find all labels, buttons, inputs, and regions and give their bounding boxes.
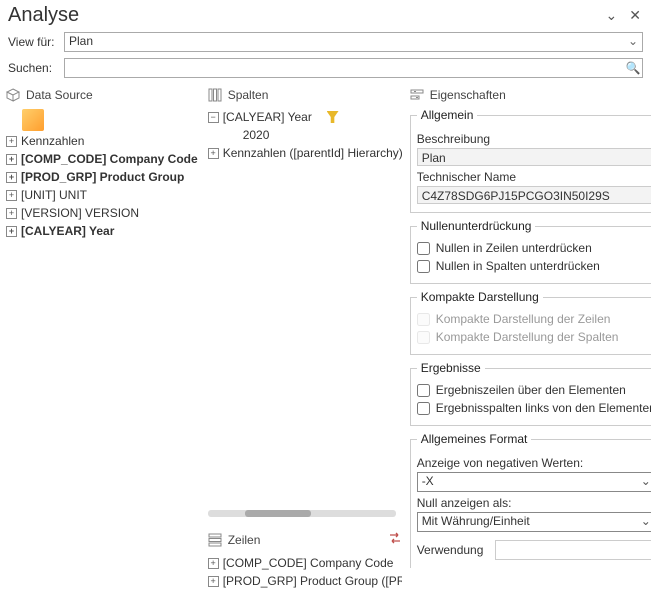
eigenschaften-header: Eigenschaften <box>410 85 651 108</box>
ds-item-kennzahlen[interactable]: +Kennzahlen <box>6 132 198 150</box>
close-icon[interactable]: ✕ <box>629 7 641 24</box>
title-bar: Analyse ⌄ ✕ <box>0 0 651 29</box>
cube-icon <box>22 109 44 131</box>
search-input[interactable] <box>65 60 624 76</box>
zeilen-item-compcode[interactable]: +[COMP_CODE] Company Code <box>208 554 402 572</box>
expand-icon[interactable]: + <box>6 190 17 201</box>
leaf-icon <box>228 130 239 141</box>
minimize-icon[interactable]: ⌄ <box>606 7 618 24</box>
beschreibung-label: Beschreibung <box>417 132 651 146</box>
verwendung-label: Verwendung <box>417 543 484 557</box>
expand-icon[interactable]: + <box>6 136 17 147</box>
zeilen-item-prodgrp[interactable]: +[PROD_GRP] Product Group ([PROD_G <box>208 572 402 590</box>
nullen-legend: Nullenunterdrückung <box>417 219 536 233</box>
nullen-spalten-checkbox[interactable] <box>417 260 430 273</box>
kompakt-spalten-checkbox <box>417 331 430 344</box>
ds-item-prodgrp[interactable]: +[PROD_GRP] Product Group <box>6 168 198 186</box>
format-legend: Allgemeines Format <box>417 432 532 446</box>
viewfuer-row: View für: Plan <box>0 29 651 55</box>
expand-icon[interactable]: + <box>208 148 219 159</box>
viewfuer-value: Plan <box>69 34 93 48</box>
datasource-title: Data Source <box>26 88 93 102</box>
properties-icon <box>410 88 424 102</box>
zeilen-header: Zeilen <box>208 528 402 554</box>
allgemein-group: Allgemein Beschreibung Plan Technischer … <box>410 108 651 213</box>
swap-axes-button[interactable] <box>388 531 402 548</box>
columns-icon <box>208 88 222 102</box>
analyse-window: Analyse ⌄ ✕ View für: Plan Suchen: 🔍 Dat… <box>0 0 651 596</box>
kompakt-zeilen-row: Kompakte Darstellung der Zeilen <box>417 310 651 328</box>
expand-icon[interactable]: + <box>6 172 17 183</box>
nullen-spalten-row[interactable]: Nullen in Spalten unterdrücken <box>417 257 651 275</box>
format-group: Allgemeines Format Anzeige von negativen… <box>410 432 651 568</box>
kompakt-legend: Kompakte Darstellung <box>417 290 543 304</box>
allgemein-legend: Allgemein <box>417 108 478 122</box>
spalten-title: Spalten <box>228 88 269 102</box>
ds-item-unit[interactable]: +[UNIT] UNIT <box>6 186 198 204</box>
viewfuer-label: View für: <box>8 35 58 49</box>
middle-panel: Spalten −[CALYEAR] Year 2020 +Kennzahlen… <box>204 85 406 590</box>
suchen-label: Suchen: <box>8 61 58 75</box>
zeilen-title: Zeilen <box>228 533 261 547</box>
collapse-icon[interactable]: − <box>208 112 219 123</box>
ds-item-version[interactable]: +[VERSION] VERSION <box>6 204 198 222</box>
spalten-item-calyear[interactable]: −[CALYEAR] Year <box>208 108 402 126</box>
erg-zeilen-row[interactable]: Ergebniszeilen über den Elementen <box>417 381 651 399</box>
technischer-value: C4Z78SDG6PJ15PCGO3IN50I29S <box>417 186 651 204</box>
expand-icon[interactable]: + <box>6 154 17 165</box>
technischer-label: Technischer Name <box>417 170 651 184</box>
kompakt-group: Kompakte Darstellung Kompakte Darstellun… <box>410 290 651 355</box>
search-icon[interactable]: 🔍 <box>624 61 642 75</box>
suchen-row: Suchen: 🔍 <box>0 55 651 81</box>
ergebnisse-legend: Ergebnisse <box>417 361 485 375</box>
expand-icon[interactable]: + <box>208 558 219 569</box>
ds-item-compcode[interactable]: +[COMP_CODE] Company Code <box>6 150 198 168</box>
datasource-panel: Data Source +Kennzahlen +[COMP_CODE] Com… <box>6 85 204 590</box>
verwendung-field[interactable] <box>495 540 651 560</box>
expand-icon[interactable]: + <box>208 576 219 587</box>
search-box: 🔍 <box>64 58 643 78</box>
erg-zeilen-checkbox[interactable] <box>417 384 430 397</box>
window-title: Analyse <box>8 4 79 27</box>
nullen-zeilen-checkbox[interactable] <box>417 242 430 255</box>
datasource-cube[interactable] <box>6 108 198 132</box>
erg-spalten-row[interactable]: Ergebnisspalten links von den Elementen <box>417 399 651 417</box>
eigenschaften-title: Eigenschaften <box>430 88 506 102</box>
spalten-item-kennzahlen[interactable]: +Kennzahlen ([parentId] Hierarchy) <box>208 144 402 162</box>
neg-dropdown[interactable]: -X <box>417 472 651 492</box>
null-dropdown[interactable]: Mit Währung/Einheit <box>417 512 651 532</box>
cube-outline-icon <box>6 88 20 102</box>
kompakt-zeilen-checkbox <box>417 313 430 326</box>
horizontal-scrollbar[interactable] <box>208 510 396 517</box>
viewfuer-dropdown[interactable]: Plan <box>64 32 643 52</box>
rows-icon <box>208 533 222 547</box>
nullen-zeilen-row[interactable]: Nullen in Zeilen unterdrücken <box>417 239 651 257</box>
nullen-group: Nullenunterdrückung Nullen in Zeilen unt… <box>410 219 651 284</box>
spalten-header: Spalten <box>208 85 402 108</box>
eigenschaften-panel: Eigenschaften Allgemein Beschreibung Pla… <box>406 85 651 590</box>
null-label: Null anzeigen als: <box>417 496 651 510</box>
ds-item-calyear[interactable]: +[CALYEAR] Year <box>6 222 198 240</box>
ergebnisse-group: Ergebnisse Ergebniszeilen über den Eleme… <box>410 361 651 426</box>
expand-icon[interactable]: + <box>6 208 17 219</box>
erg-spalten-checkbox[interactable] <box>417 402 430 415</box>
beschreibung-value: Plan <box>417 148 651 166</box>
neg-label: Anzeige von negativen Werten: <box>417 456 651 470</box>
filter-icon <box>327 111 339 123</box>
datasource-header: Data Source <box>6 85 198 108</box>
kompakt-spalten-row: Kompakte Darstellung der Spalten <box>417 328 651 346</box>
spalten-item-2020[interactable]: 2020 <box>228 126 402 144</box>
expand-icon[interactable]: + <box>6 226 17 237</box>
